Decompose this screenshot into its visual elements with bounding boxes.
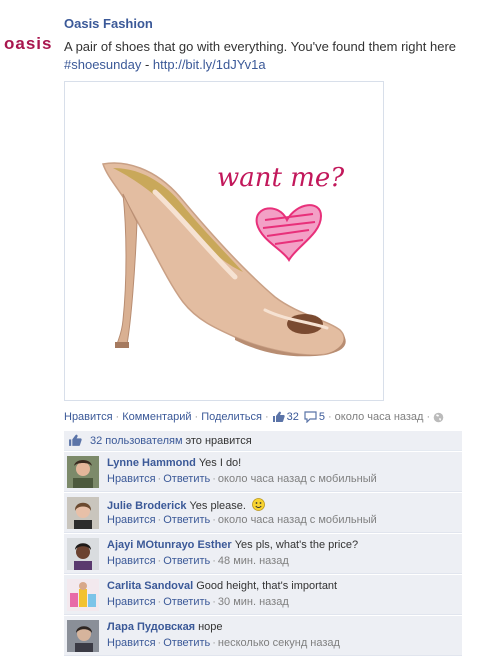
avatar-photo-icon — [67, 538, 99, 570]
post-text-line: A pair of shoes that go with everything.… — [64, 39, 457, 54]
separator-dot: · — [157, 514, 162, 526]
like-action[interactable]: Нравится — [64, 411, 113, 423]
oasis-logo[interactable]: oasis — [4, 34, 56, 54]
avatar-photo-icon — [67, 579, 99, 611]
avatar-photo-icon — [67, 620, 99, 652]
post-actions-bar: Нравится · Комментарий · Поделиться · 32… — [64, 411, 446, 423]
comment-meta: Нравится · Ответить · около часа назад с моб… — [107, 514, 377, 526]
likers-link[interactable]: 32 пользователям — [90, 435, 183, 447]
avatar-photo-icon — [67, 497, 99, 529]
comment-like-link[interactable]: Нравится — [107, 596, 156, 608]
short-url-link[interactable]: http://bit.ly/1dJYv1a — [153, 57, 266, 72]
separator-dot: · — [212, 637, 216, 649]
comment-text: Yes I do! — [198, 457, 242, 469]
comment-timestamp[interactable]: 48 мин. назад — [218, 555, 289, 567]
separator-dot: · — [157, 637, 162, 649]
separator-dot: · — [157, 555, 162, 567]
avatar-photo-icon — [67, 456, 99, 488]
comment-item: Julie Broderick Yes please. Нравится · Отве… — [64, 493, 462, 533]
thumbs-up-icon[interactable] — [272, 411, 285, 423]
comment-text: Yes pls, what's the price? — [234, 539, 359, 551]
comment-action[interactable]: Комментарий — [122, 411, 191, 423]
post-author-name[interactable]: Oasis Fashion — [64, 16, 153, 31]
avatar[interactable] — [67, 456, 99, 488]
comment-timestamp[interactable]: 30 мин. назад — [218, 596, 289, 608]
comment-meta: Нравится · Ответить · несколько секунд назад — [107, 637, 340, 649]
avatar[interactable] — [67, 497, 99, 529]
post-photo[interactable]: want me? — [64, 81, 384, 401]
post-timestamp[interactable]: около часа назад — [335, 411, 424, 423]
comment-like-link[interactable]: Нравится — [107, 514, 156, 526]
comments-count[interactable]: 5 — [319, 411, 325, 423]
share-action[interactable]: Поделиться — [201, 411, 262, 423]
avatar[interactable] — [67, 579, 99, 611]
comment-body: Lynne Hammond Yes I do! — [107, 457, 241, 469]
smiley-icon — [252, 498, 265, 511]
comment-item: Lynne Hammond Yes I do! Нравится · Ответить… — [64, 452, 462, 492]
separator-dot: · — [194, 411, 199, 423]
avatar[interactable] — [67, 538, 99, 570]
comment-author[interactable]: Julie Broderick — [107, 500, 186, 512]
separator-dot: · — [264, 411, 269, 423]
comment-like-link[interactable]: Нравится — [107, 637, 156, 649]
comment-reply-link[interactable]: Ответить — [163, 514, 210, 526]
separator-dot: · — [212, 473, 216, 485]
globe-icon[interactable] — [433, 412, 444, 423]
comment-like-link[interactable]: Нравится — [107, 473, 156, 485]
likes-suffix: это нравится — [185, 434, 252, 447]
comment-reply-link[interactable]: Ответить — [163, 473, 210, 485]
comment-meta: Нравится · Ответить · 30 мин. назад — [107, 596, 289, 608]
comment-reply-link[interactable]: Ответить — [163, 637, 210, 649]
comment-text: норе — [198, 621, 223, 633]
comment-timestamp[interactable]: около часа назад с мобильный — [218, 473, 377, 485]
comment-author[interactable]: Carlita Sandoval — [107, 580, 193, 592]
separator-dot: · — [115, 411, 120, 423]
avatar[interactable] — [67, 620, 99, 652]
comment-item: Лара Пудовская норе Нравится · Ответить · нес… — [64, 616, 462, 656]
separator-dot: · — [212, 555, 216, 567]
separator-dot: · — [157, 473, 162, 485]
comment-like-link[interactable]: Нравится — [107, 555, 156, 567]
comment-body: Julie Broderick Yes please. — [107, 498, 265, 512]
separator-dot: · — [212, 514, 216, 526]
comment-meta: Нравится · Ответить · около часа назад с моб… — [107, 473, 377, 485]
comment-body: Ajayi MOtunrayo Esther Yes pls, what's th… — [107, 539, 358, 551]
separator-dot: · — [327, 411, 332, 423]
comment-body: Лара Пудовская норе — [107, 621, 223, 633]
hashtag-link[interactable]: #shoesunday — [64, 57, 141, 72]
separator-dot: · — [212, 596, 216, 608]
comment-author[interactable]: Лара Пудовская — [107, 621, 195, 633]
comment-author[interactable]: Lynne Hammond — [107, 457, 196, 469]
post-text: A pair of shoes that go with everything.… — [64, 38, 479, 74]
likes-count[interactable]: 32 — [287, 411, 299, 423]
comment-timestamp[interactable]: около часа назад с мобильный — [218, 514, 377, 526]
comment-bubble-icon[interactable] — [304, 411, 317, 423]
comment-reply-link[interactable]: Ответить — [163, 596, 210, 608]
comment-text: Good height, that's important — [196, 580, 338, 592]
comment-item: Carlita Sandoval Good height, that's impo… — [64, 575, 462, 615]
thumbs-up-icon — [69, 434, 82, 446]
comment-meta: Нравится · Ответить · 48 мин. назад — [107, 555, 289, 567]
separator-dot: · — [426, 411, 431, 423]
comment-timestamp[interactable]: несколько секунд назад — [218, 637, 340, 649]
comment-text: Yes please. — [189, 500, 246, 512]
post-text-dash: - — [141, 57, 153, 72]
photo-caption: want me? — [217, 163, 345, 193]
likes-summary: 32 пользователям это нравится — [64, 431, 462, 451]
comment-author[interactable]: Ajayi MOtunrayo Esther — [107, 539, 232, 551]
shoe-photo-image: want me? — [65, 82, 383, 400]
comment-item: Ajayi MOtunrayo Esther Yes pls, what's th… — [64, 534, 462, 574]
comment-body: Carlita Sandoval Good height, that's impo… — [107, 580, 337, 592]
comment-reply-link[interactable]: Ответить — [163, 555, 210, 567]
separator-dot: · — [157, 596, 162, 608]
